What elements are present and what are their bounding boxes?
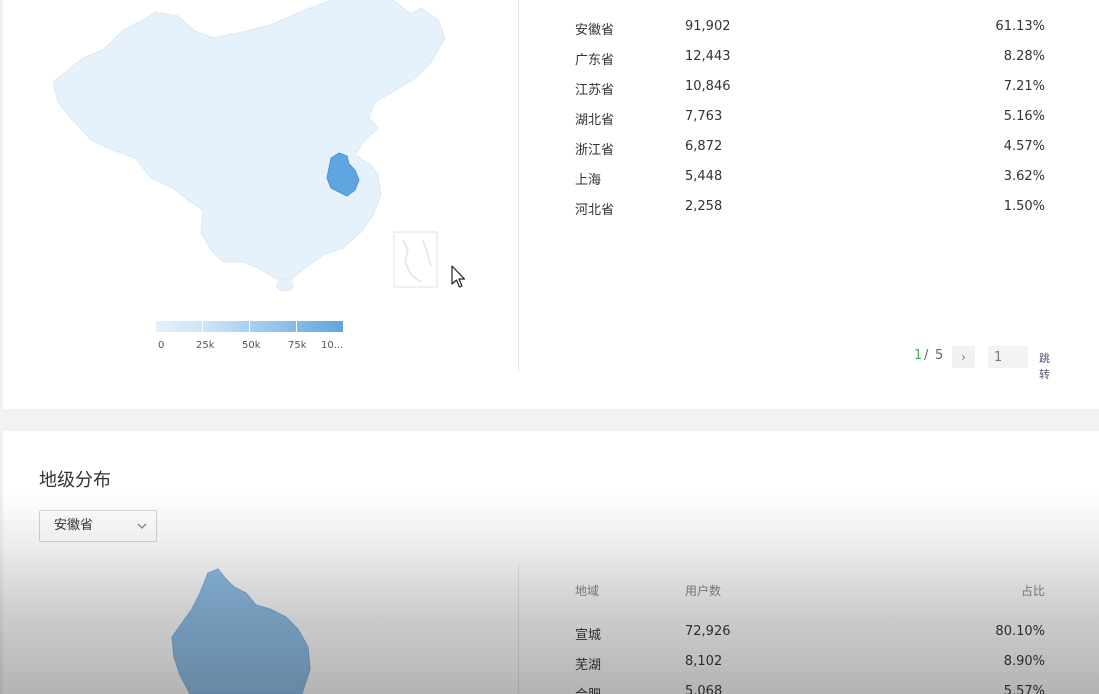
vertical-divider: [518, 0, 519, 372]
table-row: 上海 5,448 3.62%: [575, 169, 1045, 199]
vertical-divider: [518, 563, 519, 694]
table-row: 安徽省 91,902 61.13%: [575, 19, 1045, 49]
map-legend: 0 25k 50k 75k 10...: [156, 321, 346, 354]
legend-label-25k: 25k: [196, 340, 215, 351]
next-page-button[interactable]: ›: [952, 346, 975, 368]
anhui-map: [171, 568, 311, 694]
chevron-right-icon: ›: [961, 350, 966, 364]
header-region: 地域: [575, 584, 600, 598]
region-cell: 芜湖: [575, 658, 602, 673]
users-cell: 91,902: [685, 19, 731, 34]
city-table: 地域 用户数 占比 宣城 72,926 80.10% 芜湖 8,102 8.90…: [575, 582, 1045, 694]
users-cell: 72,926: [685, 624, 731, 639]
share-cell: 61.13%: [995, 19, 1045, 34]
legend-label-0: 0: [158, 340, 165, 351]
section-title: 地级分布: [39, 470, 111, 491]
anhui-map-shape[interactable]: [171, 568, 311, 694]
users-cell: 7,763: [685, 109, 723, 124]
region-cell: 浙江省: [575, 143, 615, 158]
page-separator: /: [924, 348, 929, 363]
table-row: 湖北省 7,763 5.16%: [575, 109, 1045, 139]
legend-labels: 0 25k 50k 75k 10...: [156, 340, 346, 354]
china-mainland-shape[interactable]: [52, 0, 446, 283]
region-cell: 广东省: [575, 53, 615, 68]
legend-gradient-bar: [156, 321, 343, 332]
header-users: 用户数: [685, 584, 722, 598]
table-row: 广东省 12,443 8.28%: [575, 49, 1045, 79]
province-select[interactable]: 安徽省: [39, 510, 157, 542]
table-header-row: 地域 用户数 占比: [575, 582, 1045, 624]
page-jump-input[interactable]: [988, 346, 1028, 368]
legend-label-50k: 50k: [242, 340, 261, 351]
users-cell: 10,846: [685, 79, 731, 94]
users-cell: 12,443: [685, 49, 731, 64]
share-cell: 80.10%: [995, 624, 1045, 639]
share-cell: 7.21%: [1003, 79, 1045, 94]
share-cell: 8.90%: [1003, 654, 1045, 669]
users-cell: 6,872: [685, 139, 723, 154]
legend-label-75k: 75k: [288, 340, 307, 351]
hainan-shape[interactable]: [276, 278, 294, 292]
region-cell: 河北省: [575, 203, 615, 218]
legend-label-max: 10...: [321, 340, 344, 351]
table-row: 河北省 2,258 1.50%: [575, 199, 1045, 229]
table-row: 江苏省 10,846 7.21%: [575, 79, 1045, 109]
users-cell: 8,102: [685, 654, 723, 669]
table-row: 芜湖 8,102 8.90%: [575, 654, 1045, 684]
region-cell: 江苏省: [575, 83, 615, 98]
chevron-down-icon: [137, 523, 147, 529]
china-map-svg: [52, 0, 446, 292]
china-map: [43, 0, 483, 300]
legend-tick: [202, 321, 203, 332]
table-row: 宣城 72,926 80.10%: [575, 624, 1045, 654]
current-page: 1: [914, 348, 923, 363]
region-cell: 安徽省: [575, 23, 615, 38]
share-cell: 5.57%: [1003, 684, 1045, 694]
users-cell: 2,258: [685, 199, 723, 214]
share-cell: 1.50%: [1003, 199, 1045, 214]
region-cell: 湖北省: [575, 113, 615, 128]
users-cell: 5,448: [685, 169, 723, 184]
table-row: 合肥 5,068 5.57%: [575, 684, 1045, 694]
users-cell: 5,068: [685, 684, 723, 694]
share-cell: 8.28%: [1003, 49, 1045, 64]
share-cell: 3.62%: [1003, 169, 1045, 184]
share-cell: 4.57%: [1003, 139, 1045, 154]
share-cell: 5.16%: [1003, 109, 1045, 124]
province-select-value: 安徽省: [54, 518, 94, 533]
mouse-cursor-icon: [451, 265, 466, 288]
header-share: 占比: [1020, 584, 1045, 598]
jump-button[interactable]: 跳转: [1039, 350, 1050, 382]
region-cell: 上海: [575, 173, 602, 188]
legend-tick: [296, 321, 297, 332]
legend-tick: [249, 321, 250, 332]
province-table: 安徽省 91,902 61.13% 广东省 12,443 8.28% 江苏省 1…: [575, 19, 1045, 229]
total-pages: 5: [935, 348, 944, 363]
table-row: 浙江省 6,872 4.57%: [575, 139, 1045, 169]
region-cell: 合肥: [575, 684, 601, 694]
region-cell: 宣城: [575, 628, 602, 643]
